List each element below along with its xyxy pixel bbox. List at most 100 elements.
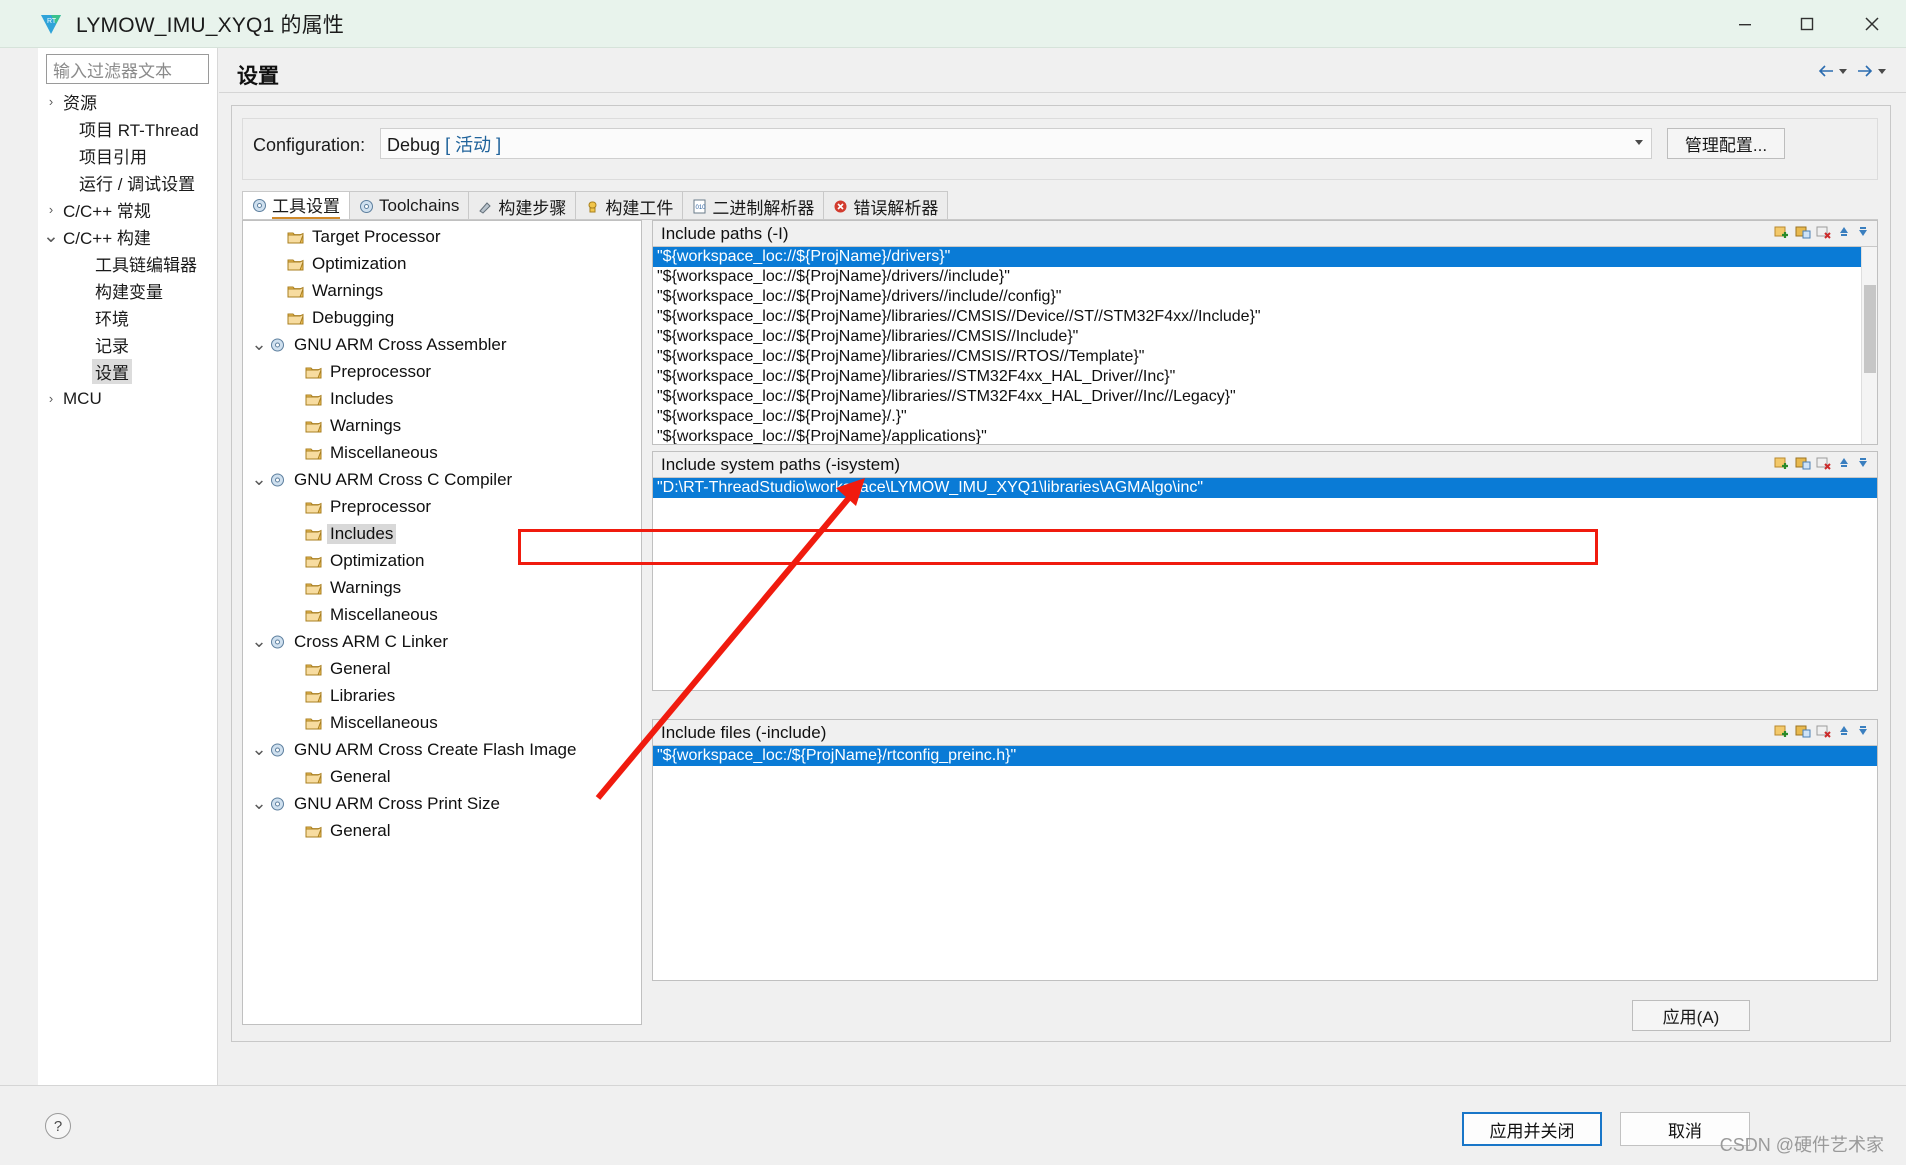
list-item[interactable]: "${workspace_loc://${ProjName}/libraries… — [653, 327, 1877, 347]
apply-and-close-button[interactable]: 应用并关闭 — [1462, 1112, 1602, 1146]
minimize-button[interactable] — [1714, 0, 1776, 48]
move-down-icon[interactable] — [1856, 455, 1870, 475]
tool-tree-item[interactable]: ⌄ Cross ARM C Linker — [243, 628, 641, 655]
apply-button[interactable]: 应用(A) — [1632, 1000, 1750, 1031]
tab-4[interactable]: 构建工件 — [575, 191, 684, 220]
delete-icon[interactable] — [1816, 723, 1832, 743]
add-folder-icon[interactable] — [1795, 224, 1811, 244]
chevron-down-icon[interactable]: ⌄ — [249, 470, 269, 488]
tool-tree-item[interactable]: ›Miscellaneous — [243, 439, 641, 466]
sidebar-item[interactable]: ›项目 RT-Thread — [38, 115, 217, 142]
sidebar-item[interactable]: ›运行 / 调试设置 — [38, 169, 217, 196]
tool-tree-item[interactable]: ⌄ GNU ARM Cross C Compiler — [243, 466, 641, 493]
list-item[interactable]: "${workspace_loc://${ProjName}/drivers//… — [653, 287, 1877, 307]
chevron-down-icon[interactable]: ⌄ — [249, 794, 269, 812]
tool-tree-item[interactable]: ›Preprocessor — [243, 493, 641, 520]
tool-tree-item[interactable]: ›General — [243, 817, 641, 844]
tool-tree-item[interactable]: ⌄ GNU ARM Cross Assembler — [243, 331, 641, 358]
add-icon[interactable] — [1774, 723, 1790, 743]
tool-tree-item[interactable]: ⌄ GNU ARM Cross Print Size — [243, 790, 641, 817]
tool-tree-item[interactable]: ⌄ GNU ARM Cross Create Flash Image — [243, 736, 641, 763]
tab-6[interactable]: 错误解析器 — [823, 191, 949, 220]
sidebar-item[interactable]: ›环境 — [38, 304, 217, 331]
delete-icon[interactable] — [1816, 455, 1832, 475]
tool-tree-item[interactable]: ›Optimization — [243, 547, 641, 574]
include-paths-list[interactable]: "${workspace_loc://${ProjName}/drivers}"… — [653, 247, 1877, 444]
list-item[interactable]: "${workspace_loc://${ProjName}/libraries… — [653, 387, 1877, 407]
chevron-down-icon[interactable]: ⌄ — [249, 335, 269, 353]
help-icon[interactable]: ? — [45, 1113, 71, 1139]
tool-tree-item[interactable]: ›General — [243, 655, 641, 682]
tab-1[interactable]: 工具设置 — [242, 191, 350, 220]
tool-tree-item[interactable]: ›Miscellaneous — [243, 601, 641, 628]
move-down-icon[interactable] — [1856, 723, 1870, 743]
chevron-down-icon[interactable]: ⌄ — [249, 632, 269, 650]
chevron-down-icon[interactable]: ⌄ — [249, 740, 269, 758]
delete-icon[interactable] — [1816, 224, 1832, 244]
tool-tree-item[interactable]: ›Includes — [243, 385, 641, 412]
chevron-right-icon[interactable]: › — [42, 94, 60, 109]
list-item[interactable]: "${workspace_loc://${ProjName}/libraries… — [653, 367, 1877, 387]
add-icon[interactable] — [1774, 455, 1790, 475]
manage-configurations-button[interactable]: 管理配置... — [1667, 128, 1785, 159]
chevron-down-icon[interactable]: ⌄ — [42, 227, 60, 246]
list-item[interactable]: "${workspace_loc://${ProjName}/.}" — [653, 407, 1877, 427]
scrollbar-thumb[interactable] — [1864, 285, 1876, 373]
tool-tree-item[interactable]: ›Debugging — [243, 304, 641, 331]
list-item[interactable]: "${workspace_loc://${ProjName}/drivers//… — [653, 267, 1877, 287]
tool-tree-item[interactable]: ›Libraries — [243, 682, 641, 709]
sidebar-item[interactable]: › C/C++ 常规 — [38, 196, 217, 223]
move-up-icon[interactable] — [1837, 224, 1851, 244]
tool-tree-item[interactable]: ›Warnings — [243, 277, 641, 304]
forward-button[interactable] — [1853, 60, 1888, 82]
include-system-paths-list[interactable]: "D:\RT-ThreadStudio\workspace\LYMOW_IMU_… — [653, 478, 1877, 690]
include-paths-scrollbar[interactable] — [1861, 247, 1877, 444]
move-down-icon[interactable] — [1856, 224, 1870, 244]
chevron-down-icon[interactable] — [1635, 140, 1643, 145]
add-icon[interactable] — [1774, 224, 1790, 244]
tool-tree-item-label: Warnings — [330, 415, 402, 435]
tab-2[interactable]: Toolchains — [349, 191, 470, 220]
tool-tree-item[interactable]: ›Warnings — [243, 574, 641, 601]
configuration-row: Configuration: Debug [ 活动 ] 管理配置... — [242, 118, 1878, 180]
sidebar-item[interactable]: › 资源 — [38, 88, 217, 115]
include-files-list[interactable]: "${workspace_loc:/${ProjName}/rtconfig_p… — [653, 746, 1877, 980]
move-up-icon[interactable] — [1837, 455, 1851, 475]
folder-icon — [305, 418, 322, 434]
sidebar-item[interactable]: ›项目引用 — [38, 142, 217, 169]
sidebar-item[interactable]: ›工具链编辑器 — [38, 250, 217, 277]
tool-tree-item[interactable]: ›Includes — [243, 520, 641, 547]
close-button[interactable] — [1838, 0, 1906, 48]
tool-tree-item[interactable]: ›Miscellaneous — [243, 709, 641, 736]
folder-icon — [287, 256, 304, 272]
tab-5[interactable]: 010 二进制解析器 — [682, 191, 825, 220]
filter-input[interactable]: 输入过滤器文本 — [46, 54, 209, 84]
add-folder-icon[interactable] — [1795, 723, 1811, 743]
move-up-icon[interactable] — [1837, 723, 1851, 743]
sidebar-item[interactable]: ⌄ C/C++ 构建 — [38, 223, 217, 250]
list-item[interactable]: "${workspace_loc://${ProjName}/libraries… — [653, 307, 1877, 327]
back-dropdown-caret[interactable] — [1839, 68, 1847, 74]
list-item[interactable]: "${workspace_loc://${ProjName}/drivers}" — [653, 247, 1877, 267]
chevron-right-icon[interactable]: › — [42, 391, 60, 406]
list-item[interactable]: "D:\RT-ThreadStudio\workspace\LYMOW_IMU_… — [653, 478, 1877, 498]
sidebar-item[interactable]: › MCU — [38, 385, 217, 412]
tool-tree-item[interactable]: ›Warnings — [243, 412, 641, 439]
configuration-select[interactable]: Debug [ 活动 ] — [380, 128, 1652, 159]
tool-tree-item[interactable]: ›Preprocessor — [243, 358, 641, 385]
tool-tree-item[interactable]: ›General — [243, 763, 641, 790]
add-folder-icon[interactable] — [1795, 455, 1811, 475]
list-item[interactable]: "${workspace_loc://${ProjName}/applicati… — [653, 427, 1877, 444]
sidebar-item[interactable]: ›记录 — [38, 331, 217, 358]
sidebar-item[interactable]: ›设置 — [38, 358, 217, 385]
forward-dropdown-caret[interactable] — [1878, 68, 1886, 74]
maximize-button[interactable] — [1776, 0, 1838, 48]
tool-tree-item[interactable]: ›Optimization — [243, 250, 641, 277]
tab-3[interactable]: 构建步骤 — [468, 191, 577, 220]
list-item[interactable]: "${workspace_loc://${ProjName}/libraries… — [653, 347, 1877, 367]
tool-tree-item[interactable]: ›Target Processor — [243, 223, 641, 250]
list-item[interactable]: "${workspace_loc:/${ProjName}/rtconfig_p… — [653, 746, 1877, 766]
sidebar-item[interactable]: ›构建变量 — [38, 277, 217, 304]
chevron-right-icon[interactable]: › — [42, 202, 60, 217]
back-button[interactable] — [1814, 60, 1849, 82]
